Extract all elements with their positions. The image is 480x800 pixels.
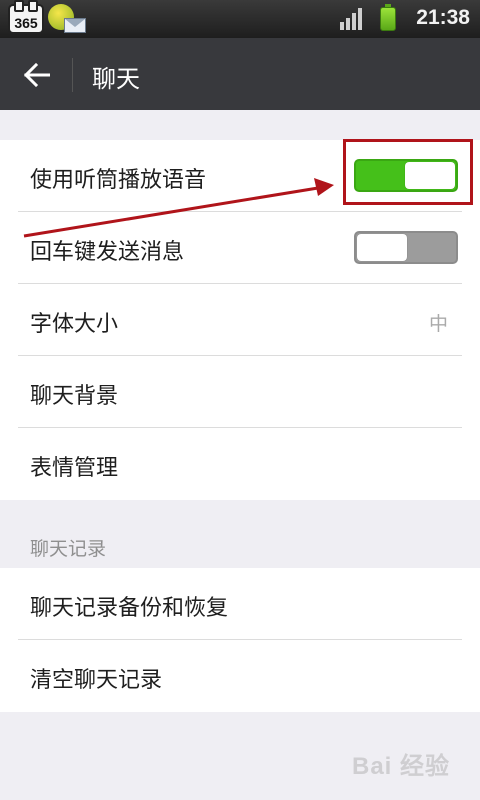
setting-row-sticker-management[interactable]: 表情管理 — [0, 428, 480, 500]
setting-label: 表情管理 — [30, 456, 119, 481]
chat-history-group: 聊天记录备份和恢复 清空聊天记录 — [0, 568, 480, 712]
enter-send-toggle[interactable] — [354, 231, 458, 264]
setting-row-enter-send: 回车键发送消息 — [0, 212, 480, 284]
arrow-left-icon — [24, 63, 50, 87]
status-time: 21:38 — [416, 6, 470, 29]
setting-label: 聊天记录备份和恢复 — [30, 596, 229, 621]
setting-row-chat-background[interactable]: 聊天背景 — [0, 356, 480, 428]
back-button[interactable] — [10, 38, 64, 110]
setting-row-font-size[interactable]: 字体大小 中 — [0, 284, 480, 356]
baidu-watermark: Bai 经验 — [351, 753, 450, 780]
app-365-icon: 365 — [8, 0, 44, 34]
action-bar: 聊天 — [0, 38, 480, 110]
section-header-chat-history: 聊天记录 — [30, 538, 107, 560]
battery-icon — [380, 4, 396, 31]
status-bar: 365 21:38 — [0, 0, 480, 38]
action-bar-divider — [72, 58, 73, 92]
setting-row-clear-history[interactable]: 清空聊天记录 — [0, 640, 480, 712]
mail-icon — [64, 18, 86, 33]
font-size-value: 中 — [428, 313, 448, 335]
setting-label: 使用听筒播放语音 — [30, 168, 207, 193]
toggle-knob — [357, 234, 407, 261]
signal-icon — [340, 8, 366, 30]
app-365-label: 365 — [14, 15, 38, 31]
page-title: 聊天 — [92, 65, 140, 93]
setting-label: 聊天背景 — [30, 384, 119, 409]
setting-label: 清空聊天记录 — [30, 668, 163, 693]
setting-row-backup-restore[interactable]: 聊天记录备份和恢复 — [0, 568, 480, 640]
setting-label: 回车键发送消息 — [30, 240, 185, 265]
setting-label: 字体大小 — [30, 312, 119, 337]
annotation-highlight-box — [343, 139, 473, 205]
